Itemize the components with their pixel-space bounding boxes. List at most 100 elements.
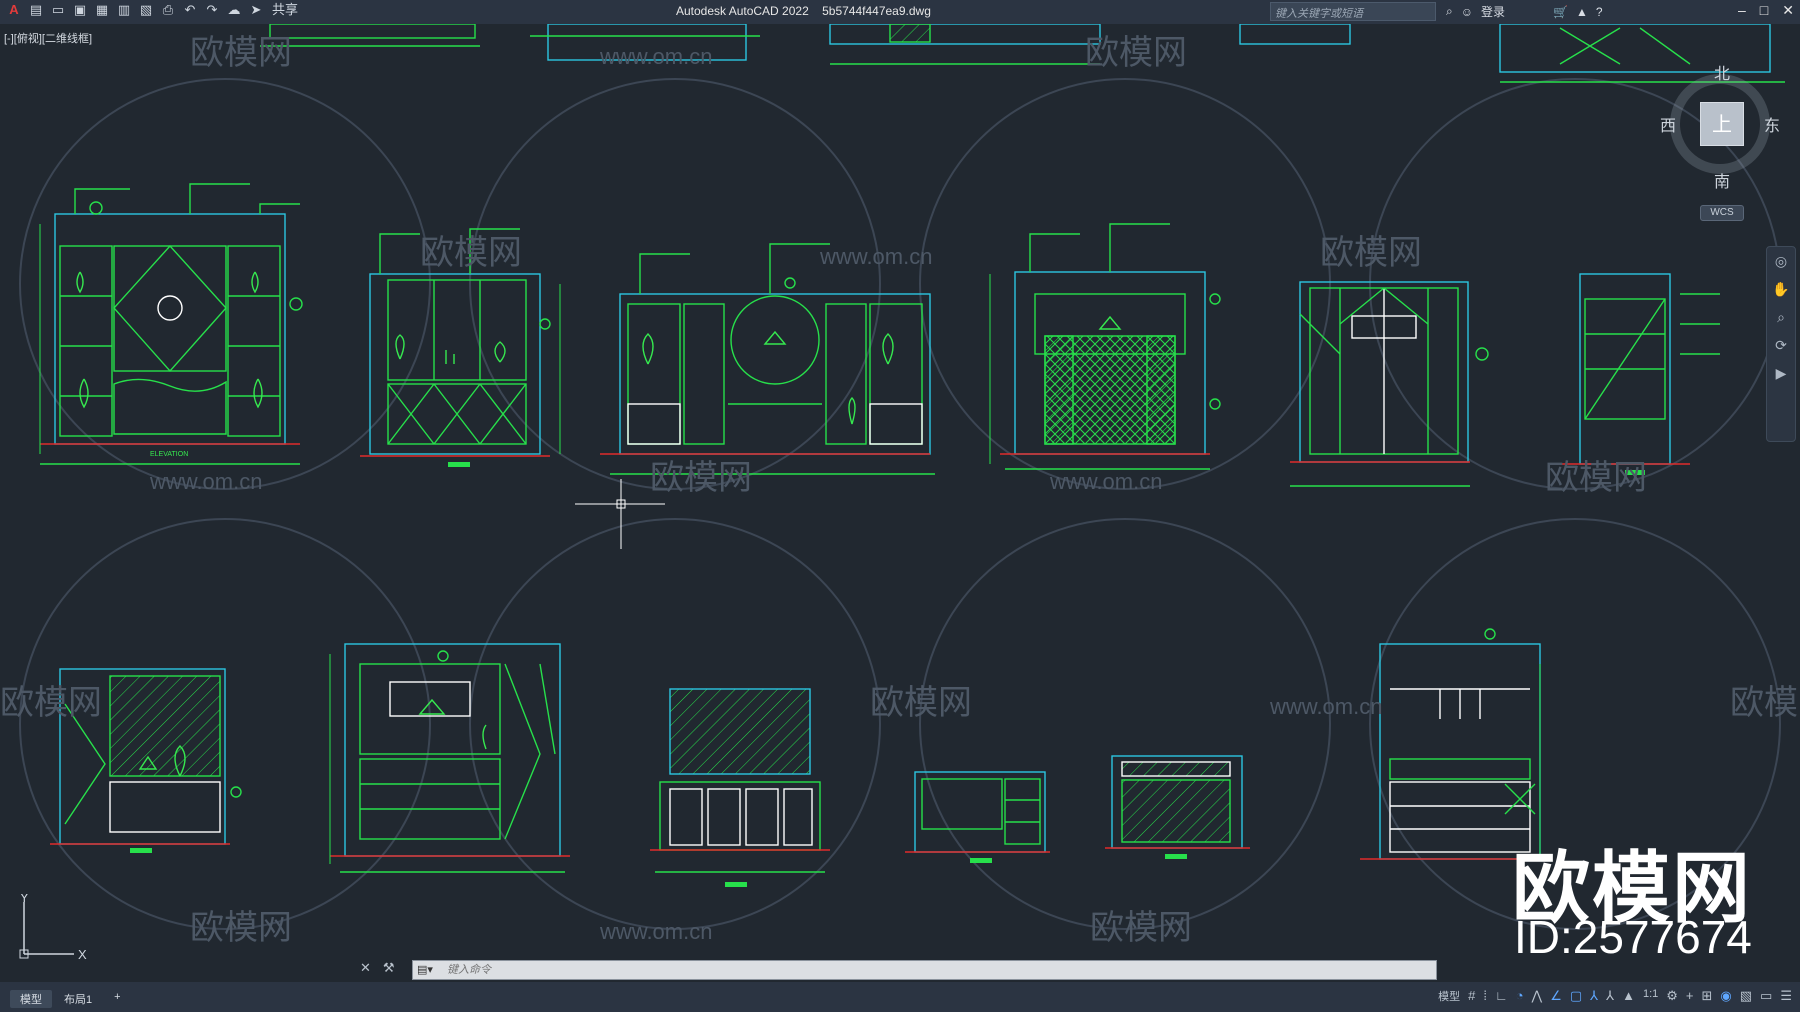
ucs-icon: Y X bbox=[19, 894, 87, 962]
share-label[interactable]: 共享 bbox=[270, 2, 298, 18]
showmotion-icon[interactable]: ▶ bbox=[1767, 359, 1795, 387]
orbit-icon[interactable]: ⟳ bbox=[1767, 331, 1795, 359]
tab-layout1[interactable]: 布局1 bbox=[54, 990, 102, 1008]
status-tools: 模型 # ⁞ ∟ ◔ ⋀ ∠ ▢ ⅄ ⅄ ▲ 1:1 ⚙ + ⊞ ◉ ▧ ▭ ☰ bbox=[1438, 988, 1792, 1004]
watermark-name: 欧模网 bbox=[1090, 909, 1192, 947]
clean-screen-icon[interactable]: ▭ bbox=[1760, 988, 1772, 1004]
annotation-visibility-icon[interactable]: ⅄ bbox=[1590, 988, 1598, 1004]
customization-menu-icon[interactable]: ☰ bbox=[1780, 988, 1792, 1004]
top-elevation-strip bbox=[260, 24, 1785, 83]
watermark-name: 欧模网 bbox=[650, 459, 752, 497]
cabinet-elevation-1 bbox=[40, 183, 303, 465]
ucs-x-label: X bbox=[78, 947, 87, 962]
app-title: Autodesk AutoCAD 2022 bbox=[676, 4, 809, 18]
watermark-site: www.om.cn bbox=[1269, 694, 1382, 719]
elevation-label: ELEVATION bbox=[150, 451, 188, 458]
app-menu-icon[interactable]: A bbox=[6, 2, 22, 18]
command-history-icon[interactable]: ▤▾ bbox=[417, 963, 433, 976]
wcs-menu[interactable]: WCS bbox=[1700, 205, 1744, 221]
brand-id: ID:2577674 bbox=[1514, 911, 1752, 963]
grid-icon[interactable]: # bbox=[1468, 988, 1475, 1004]
help-icon[interactable]: ? bbox=[1596, 5, 1603, 19]
model-space-button[interactable]: 模型 bbox=[1438, 988, 1460, 1004]
cabinet-elevation-10 bbox=[905, 771, 1050, 863]
auto-scale-icon[interactable]: ⅄ bbox=[1606, 988, 1614, 1004]
autodesk-app-icon[interactable]: ▲ bbox=[1576, 5, 1588, 19]
user-icon[interactable]: ☺ bbox=[1461, 5, 1473, 19]
hardware-acceleration-icon[interactable]: ▧ bbox=[1740, 988, 1752, 1004]
import-icon[interactable]: ▥ bbox=[116, 2, 132, 18]
watermark-name: 欧模网 bbox=[1545, 459, 1647, 497]
save-icon[interactable]: ▣ bbox=[72, 2, 88, 18]
undo-icon[interactable]: ↶ bbox=[182, 2, 198, 18]
units-icon[interactable]: ⊞ bbox=[1702, 988, 1713, 1004]
new-file-icon[interactable]: ▤ bbox=[28, 2, 44, 18]
tab-add[interactable]: + bbox=[104, 990, 130, 1008]
cabinet-elevation-4 bbox=[1000, 223, 1221, 470]
share-icon[interactable]: ➤ bbox=[248, 2, 264, 18]
compass-east[interactable]: 东 bbox=[1764, 112, 1780, 136]
cabinet-elevation-3 bbox=[600, 243, 935, 475]
search-input[interactable]: 键入关键字或短语 bbox=[1270, 2, 1436, 21]
ortho-icon[interactable]: ∟ bbox=[1495, 988, 1508, 1004]
steering-wheel-icon[interactable]: ◎ bbox=[1767, 247, 1795, 275]
header-tools: ⌕ ☺ 登录 🛒 ▲ ? bbox=[1446, 3, 1603, 20]
compass-south[interactable]: 南 bbox=[1714, 168, 1730, 192]
watermark-site: www.om.cn bbox=[149, 469, 262, 494]
print-icon[interactable]: ⎙ bbox=[160, 2, 176, 18]
export-icon[interactable]: ▧ bbox=[138, 2, 154, 18]
window-title: Autodesk AutoCAD 2022 5b5744f447ea9.dwg bbox=[676, 4, 931, 18]
polar-tracking-icon[interactable]: ◔ bbox=[1516, 988, 1524, 1004]
open-file-icon[interactable]: ▭ bbox=[50, 2, 66, 18]
annotation-scale-value[interactable]: 1:1 bbox=[1643, 988, 1658, 1004]
status-bar: 模型 布局1 + 模型 # ⁞ ∟ ◔ ⋀ ∠ ▢ ⅄ ⅄ ▲ 1:1 ⚙ + … bbox=[0, 982, 1800, 1012]
minimize-icon[interactable]: – bbox=[1738, 2, 1746, 19]
login-button[interactable]: 登录 bbox=[1481, 3, 1505, 20]
isodraft-icon[interactable]: ⋀ bbox=[1532, 988, 1543, 1004]
compass-north[interactable]: 北 bbox=[1714, 60, 1730, 84]
snap-icon[interactable]: ⁞ bbox=[1483, 988, 1487, 1004]
watermark-name: 欧模网 bbox=[420, 234, 522, 272]
watermark-site: www.om.cn bbox=[819, 244, 932, 269]
cabinet-elevation-12 bbox=[1360, 628, 1545, 860]
watermark-name: 欧模网 bbox=[1085, 34, 1187, 72]
window-controls: – □ ✕ bbox=[1738, 2, 1794, 19]
redo-icon[interactable]: ↷ bbox=[204, 2, 220, 18]
save-as-icon[interactable]: ▦ bbox=[94, 2, 110, 18]
cabinet-elevation-11 bbox=[1105, 755, 1250, 859]
viewport-label[interactable]: [-][俯视][二维线框] bbox=[4, 30, 92, 46]
isolate-objects-icon[interactable]: ◉ bbox=[1720, 988, 1731, 1004]
compass-west[interactable]: 西 bbox=[1660, 112, 1676, 136]
tab-model[interactable]: 模型 bbox=[10, 990, 52, 1008]
quick-access-toolbar: A ▤ ▭ ▣ ▦ ▥ ▧ ⎙ ↶ ↷ ☁ ➤ 共享 bbox=[6, 2, 298, 18]
maximize-icon[interactable]: □ bbox=[1760, 2, 1768, 19]
layout-tabs: 模型 布局1 + bbox=[10, 990, 131, 1008]
cloud-icon[interactable]: ☁ bbox=[226, 2, 242, 18]
watermark-name: 欧模网 bbox=[190, 909, 292, 947]
zoom-icon[interactable]: ⌕ bbox=[1767, 303, 1795, 331]
command-line: ▤▾ bbox=[412, 960, 1437, 980]
object-snap-tracking-icon[interactable]: ∠ bbox=[1550, 988, 1562, 1004]
pan-icon[interactable]: ✋ bbox=[1767, 275, 1795, 303]
command-close-icon[interactable]: ✕ bbox=[360, 960, 371, 976]
object-snap-icon[interactable]: ▢ bbox=[1570, 988, 1582, 1004]
viewcube-top-face[interactable]: 上 bbox=[1700, 102, 1744, 146]
watermark-name: 欧模网 bbox=[870, 684, 972, 722]
cabinet-elevation-9 bbox=[650, 688, 830, 887]
command-input[interactable] bbox=[447, 962, 1427, 978]
watermark-name: 欧模网 bbox=[1320, 234, 1422, 272]
cart-icon[interactable]: 🛒 bbox=[1553, 5, 1568, 19]
command-customize-icon[interactable]: ⚒ bbox=[383, 960, 395, 976]
ucs-y-label: Y bbox=[20, 894, 29, 905]
watermark-name: 欧模网 bbox=[190, 34, 292, 72]
watermark-site: www.om.cn bbox=[599, 44, 712, 69]
viewcube[interactable]: 北 西 上 东 南 bbox=[1660, 60, 1780, 210]
workspace-gear-icon[interactable]: ⚙ bbox=[1666, 988, 1678, 1004]
search-icon[interactable]: ⌕ bbox=[1446, 4, 1453, 19]
close-icon[interactable]: ✕ bbox=[1782, 2, 1794, 19]
annotation-scale-icon[interactable]: ▲ bbox=[1622, 988, 1635, 1004]
annotation-monitor-icon[interactable]: + bbox=[1686, 988, 1694, 1004]
watermark-name: 欧模网 bbox=[1730, 684, 1800, 722]
file-name: 5b5744f447ea9.dwg bbox=[822, 4, 931, 18]
cabinet-elevation-5 bbox=[1290, 281, 1489, 487]
